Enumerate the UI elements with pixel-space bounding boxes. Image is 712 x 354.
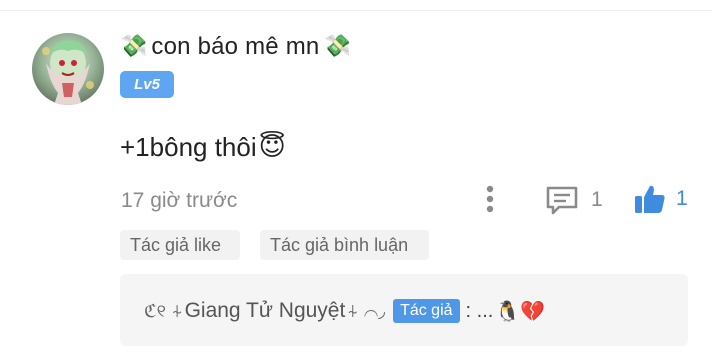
reply-author-decoration-right: ⍭ ⌒◞: [347, 300, 386, 322]
reply-line: ℭ୧ ⍭ Giang Tử Nguyệt ⍭ ⌒◞ Tác giả : ... …: [144, 296, 545, 326]
avatar-image: [42, 40, 94, 105]
penguin-broken-heart-icon: 🐧💔: [495, 299, 546, 323]
author-tag: Tác giả: [393, 299, 460, 323]
username-row[interactable]: 💸 con báo mê mn 💸: [120, 30, 351, 64]
username[interactable]: con báo mê mn: [149, 33, 321, 61]
comment-bubble-icon: [546, 186, 578, 215]
reply-button[interactable]: 1: [545, 184, 603, 216]
level-badge: Lv5: [120, 71, 174, 98]
top-divider: [0, 10, 712, 11]
money-wings-icon: 💸: [120, 34, 148, 59]
money-wings-icon: 💸: [323, 34, 351, 59]
tag-author-commented: Tác giả bình luận: [260, 230, 429, 260]
reply-count: 1: [591, 188, 603, 211]
comment-body: +1bông thôi: [120, 131, 257, 162]
more-vertical-icon: [486, 185, 494, 213]
comment-text: +1bông thôi 😇: [120, 128, 286, 166]
reply-author-decoration-left: ℭ୧ ⍭: [144, 300, 183, 322]
avatar[interactable]: [32, 33, 104, 105]
reply-author[interactable]: Giang Tử Nguyệt: [185, 299, 346, 323]
halo-smile-icon: 😇: [258, 132, 286, 162]
reply-preview[interactable]: ℭ୧ ⍭ Giang Tử Nguyệt ⍭ ⌒◞ Tác giả : ... …: [120, 274, 688, 346]
like-button[interactable]: 1: [634, 183, 688, 215]
more-options-button[interactable]: [478, 183, 502, 215]
timestamp: 17 giờ trước: [121, 189, 238, 212]
thumbs-up-icon: [635, 185, 665, 213]
like-count: 1: [676, 187, 688, 210]
tag-author-liked: Tác giả like: [120, 230, 240, 260]
reply-text: : ...: [465, 299, 494, 322]
